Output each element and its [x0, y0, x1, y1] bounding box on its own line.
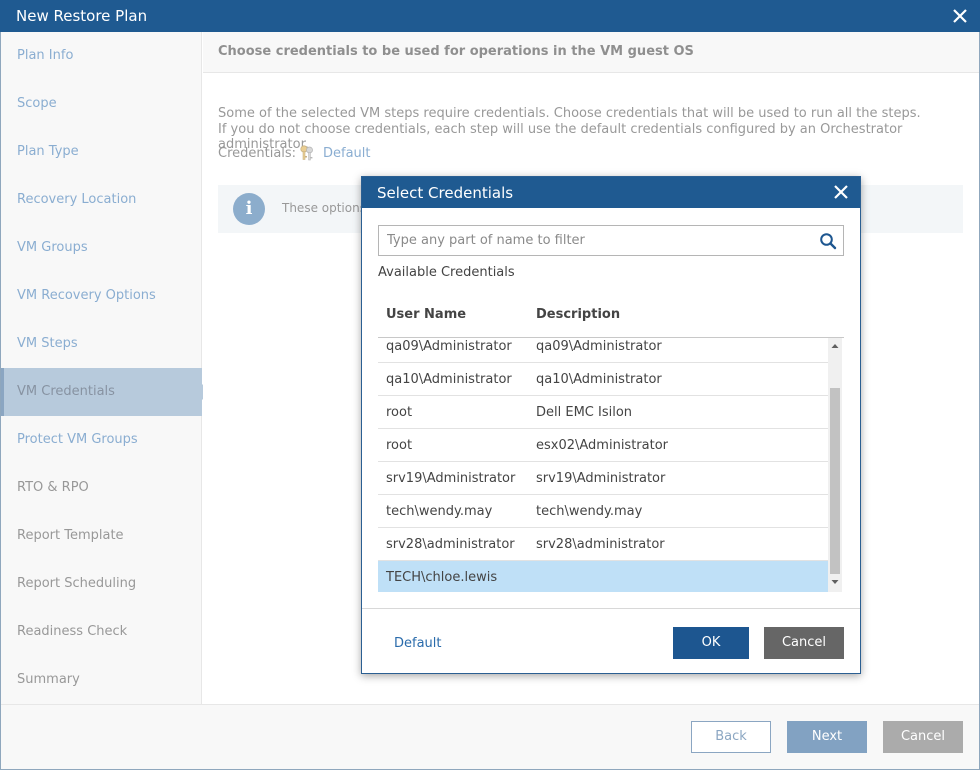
user-name-cell: tech\wendy.may	[386, 504, 493, 519]
description-cell: Dell EMC Isilon	[536, 405, 633, 420]
column-header-user-name[interactable]: User Name	[386, 307, 466, 322]
credentials-grid: qa09\Administrator qa09\Administrator qa10…	[378, 338, 844, 592]
scroll-down-arrow-icon[interactable]	[828, 576, 842, 588]
dialog-title-bar: Select Credentials	[362, 177, 860, 208]
column-header-description[interactable]: Description	[536, 307, 620, 322]
credentials-grid-header: User Name Description	[378, 295, 844, 338]
description-cell: srv28\administrator	[536, 537, 665, 552]
table-row[interactable]: srv19\Administrator srv19\Administrator	[378, 462, 828, 495]
user-name-cell: root	[386, 405, 413, 420]
search-icon[interactable]	[819, 232, 837, 250]
table-row[interactable]: root Dell EMC Isilon	[378, 396, 828, 429]
table-row[interactable]: TECH\chloe.lewis	[378, 561, 828, 592]
description-cell: tech\wendy.may	[536, 504, 643, 519]
table-row[interactable]: tech\wendy.may tech\wendy.may	[378, 495, 828, 528]
description-cell: esx02\Administrator	[536, 438, 669, 453]
dialog-close-icon[interactable]	[832, 183, 850, 201]
select-credentials-dialog: Select Credentials Available Credentials…	[361, 176, 861, 674]
description-cell: qa10\Administrator	[536, 372, 662, 387]
user-name-cell: qa09\Administrator	[386, 339, 512, 354]
user-name-cell: srv19\Administrator	[386, 471, 516, 486]
dialog-title: Select Credentials	[377, 184, 514, 202]
window-title-bar: New Restore Plan	[0, 0, 980, 32]
table-row[interactable]: root esx02\Administrator	[378, 429, 828, 462]
filter-input[interactable]	[379, 226, 809, 255]
window-title: New Restore Plan	[16, 7, 148, 25]
table-row[interactable]: srv28\administrator srv28\administrator	[378, 528, 828, 561]
available-credentials-label: Available Credentials	[378, 265, 515, 280]
close-icon[interactable]	[950, 6, 970, 26]
table-row[interactable]: qa09\Administrator qa09\Administrator	[378, 338, 828, 363]
description-cell: srv19\Administrator	[536, 471, 666, 486]
description-cell: qa09\Administrator	[536, 339, 662, 354]
grid-scrollbar[interactable]	[828, 338, 842, 592]
scroll-up-arrow-icon[interactable]	[828, 340, 842, 352]
dialog-footer: Default OK Cancel	[362, 608, 860, 673]
user-name-cell: srv28\administrator	[386, 537, 515, 552]
user-name-cell: TECH\chloe.lewis	[386, 570, 498, 585]
filter-box	[378, 225, 844, 256]
user-name-cell: root	[386, 438, 413, 453]
dialog-default-link[interactable]: Default	[394, 636, 442, 651]
table-row[interactable]: qa10\Administrator qa10\Administrator	[378, 363, 828, 396]
dialog-cancel-button[interactable]: Cancel	[764, 627, 844, 659]
ok-button[interactable]: OK	[673, 627, 749, 659]
user-name-cell: qa10\Administrator	[386, 372, 512, 387]
scrollbar-thumb[interactable]	[830, 388, 840, 574]
